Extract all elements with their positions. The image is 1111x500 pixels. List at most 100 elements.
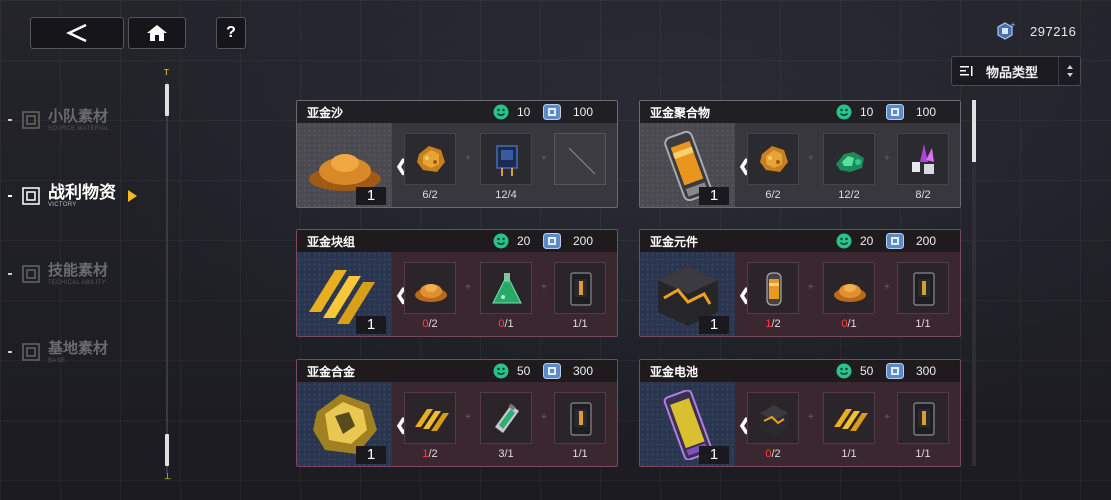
gold-bars-icon	[830, 399, 870, 444]
scrollbar-thumb[interactable]	[972, 100, 976, 162]
material-count: 8/2	[915, 189, 931, 201]
sidebar-item-skill-material[interactable]: 技能素材 TECHICAL ABILITY	[8, 256, 158, 292]
material-need: 1	[924, 318, 931, 330]
recipe-card[interactable]: 亚金聚合物 10 100 1 ❮ +6/2 +12/2 8/2	[639, 100, 961, 208]
sidebar-item-sublabel: BASE	[48, 357, 66, 364]
green-canister-icon	[487, 399, 527, 444]
recipe-header: 亚金合金 50 300	[297, 360, 617, 382]
recipe-cost: 50 300	[836, 363, 952, 379]
material-count: 1/1	[915, 318, 931, 330]
svg-text:+: +	[1010, 21, 1016, 29]
material-slot[interactable]	[747, 392, 799, 444]
sidebar-item-sublabel: TECHICAL ABILITY	[48, 279, 106, 286]
product-slot[interactable]: 1	[640, 252, 735, 336]
material-slot[interactable]	[554, 133, 606, 185]
recipe-header: 亚金电池 50 300	[640, 360, 960, 382]
material-slot[interactable]	[897, 262, 949, 314]
token-cost: 20	[517, 234, 531, 248]
plus-separator-icon: +	[465, 412, 471, 423]
sidebar-item-squad-material[interactable]: 小队素材 SOURCE MATERIAL	[8, 102, 158, 138]
back-button[interactable]	[30, 17, 124, 49]
sidebar-item-base-material[interactable]: 基地素材 BASE	[8, 334, 158, 370]
recipe-cost: 10 100	[493, 104, 609, 120]
sidebar-marker	[8, 351, 12, 353]
material-need: 2	[431, 448, 438, 460]
sidebar-marker	[8, 119, 12, 121]
material-slot[interactable]	[404, 133, 456, 185]
sidebar-item-victory[interactable]: 战利物资 VICTORY	[8, 178, 158, 214]
scrollbar-thumb-bottom[interactable]	[165, 434, 169, 466]
product-slot[interactable]: 1	[297, 252, 392, 336]
material-slot[interactable]	[747, 133, 799, 185]
chip-currency-icon	[886, 233, 904, 249]
material-count: 3/1	[498, 448, 514, 460]
recipe-cost: 20 200	[836, 233, 952, 249]
material-have: 3	[498, 448, 505, 460]
material-need: 1	[581, 318, 588, 330]
material-slot[interactable]	[404, 262, 456, 314]
sidebar-scrollbar[interactable]: T ⊥	[163, 68, 171, 486]
material-slot[interactable]	[554, 392, 606, 444]
material-have: 12	[495, 189, 508, 201]
sidebar-item-label: 小队素材	[48, 107, 109, 125]
plus-separator-icon: +	[884, 282, 890, 293]
smile-token-icon	[493, 104, 509, 120]
material-slot[interactable]	[554, 262, 606, 314]
material-count: 0/2	[765, 448, 781, 460]
material-slot[interactable]	[823, 392, 875, 444]
material-slot[interactable]	[823, 262, 875, 314]
material-slot[interactable]	[897, 133, 949, 185]
material-slot[interactable]	[897, 392, 949, 444]
plus-separator-icon: +	[541, 282, 547, 293]
recipe-header: 亚金元件 20 200	[640, 230, 960, 252]
material-count: 12/4	[495, 189, 517, 201]
plus-separator-icon: +	[808, 412, 814, 423]
content-scrollbar[interactable]	[972, 100, 976, 466]
recipe-card[interactable]: 亚金沙 10 100 1 ❮ +6/2 +12/4	[296, 100, 618, 208]
chip-currency-icon	[886, 104, 904, 120]
product-slot[interactable]: 1	[297, 382, 392, 466]
sidebar-item-label: 技能素材	[48, 261, 109, 279]
recipe-card[interactable]: 亚金合金 50 300 1 ❮ +1/2 +3/1 1/1	[296, 359, 618, 467]
product-count: 1	[356, 316, 386, 334]
chip-cost: 100	[916, 105, 937, 119]
material-need: 2	[774, 189, 781, 201]
product-slot[interactable]: 1	[640, 382, 735, 466]
recipe-card[interactable]: 亚金元件 20 200 1 ❮ +1/2 +0/1 1/1	[639, 229, 961, 337]
back-arrow-icon	[66, 23, 87, 43]
recipe-card[interactable]: 亚金电池 50 300 1 ❮ +0/2 +1/1 1/1	[639, 359, 961, 467]
category-sidebar: 小队素材 SOURCE MATERIAL 战利物资 VICTORY 技能素材 T…	[0, 90, 170, 500]
recipe-card[interactable]: 亚金块组 20 200 1 ❮ +0/2 +0/1 1/1	[296, 229, 618, 337]
product-slot[interactable]: 1	[640, 123, 735, 207]
chip-cost: 200	[916, 234, 937, 248]
help-button[interactable]: ?	[216, 17, 246, 49]
smile-token-icon	[836, 233, 852, 249]
item-type-filter[interactable]: 物品类型	[951, 56, 1081, 86]
product-slot[interactable]: 1	[297, 123, 392, 207]
chip-cost: 100	[573, 105, 594, 119]
material-have: 8	[915, 189, 922, 201]
material-slot[interactable]	[480, 392, 532, 444]
token-cost: 50	[517, 364, 531, 378]
material-slot[interactable]	[404, 392, 456, 444]
material-count: 1/2	[422, 448, 438, 460]
token-cost: 20	[860, 234, 874, 248]
crafting-screen: ? + 297216 物品类型 小队素材 SOURCE MATERIAL 战利物…	[0, 0, 1111, 500]
material-have: 0	[422, 318, 429, 330]
scrollbar-thumb-top[interactable]	[165, 84, 169, 116]
material-slot[interactable]	[480, 133, 532, 185]
product-count: 1	[699, 446, 729, 464]
plus-separator-icon: +	[541, 412, 547, 423]
token-cost: 10	[517, 105, 531, 119]
home-button[interactable]	[128, 17, 186, 49]
chip-currency-icon	[543, 233, 561, 249]
purple-crystal-icon	[904, 140, 944, 185]
material-slot[interactable]	[823, 133, 875, 185]
help-label: ?	[226, 24, 236, 41]
currency-chip-icon: +	[997, 21, 1016, 40]
material-count: 12/2	[838, 189, 860, 201]
material-slot[interactable]	[480, 262, 532, 314]
plus-separator-icon: +	[541, 153, 547, 164]
material-slot[interactable]	[747, 262, 799, 314]
smile-token-icon	[493, 363, 509, 379]
